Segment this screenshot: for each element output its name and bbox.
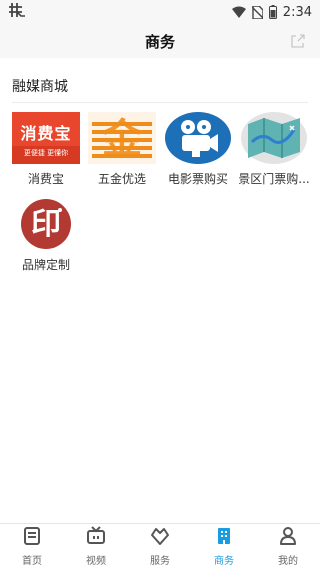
nav-item-video[interactable]: 视频	[64, 524, 128, 569]
hashtag-tree-icon	[8, 2, 26, 22]
app-label: 消费宝	[27, 172, 64, 186]
nav-label: 视频	[86, 556, 106, 567]
section-divider	[12, 102, 308, 103]
nav-item-service[interactable]: 服务	[128, 524, 192, 569]
wujin-logo-char: 金	[102, 116, 142, 162]
battery-icon	[268, 5, 277, 19]
app-tile-movie-ticket[interactable]: 电影票购买	[160, 112, 236, 190]
section-title: 融媒商城	[12, 79, 68, 95]
page-title: 商务	[144, 32, 175, 51]
xiaofeibao-logo-text: 消费宝	[20, 124, 72, 143]
wifi-icon	[231, 6, 246, 18]
app-label: 电影票购买	[167, 172, 228, 186]
app-label: 景区门票购...	[238, 172, 310, 186]
nav-label: 我的	[278, 556, 298, 567]
heart-diamond-icon	[150, 526, 170, 550]
movie-camera-icon	[164, 112, 232, 164]
app-tile-brand-custom[interactable]: 印 品牌定制	[8, 198, 84, 276]
tv-icon	[86, 526, 106, 550]
nav-item-profile[interactable]: 我的	[256, 524, 320, 569]
app-tile-scenic-ticket[interactable]: 景区门票购...	[236, 112, 312, 190]
app-tile-wujin[interactable]: 金 五金优选	[84, 112, 160, 190]
status-bar: 2:34	[0, 0, 320, 24]
nav-item-business[interactable]: 商务	[192, 524, 256, 569]
status-right: 2:34	[231, 4, 312, 20]
person-icon	[278, 526, 298, 550]
seal-logo-char: 印	[31, 207, 61, 242]
share-icon[interactable]	[290, 33, 306, 53]
no-sim-icon	[251, 5, 263, 19]
title-bar: 商务	[0, 24, 320, 58]
app-label: 五金优选	[97, 172, 146, 186]
status-left	[8, 2, 26, 22]
nav-label: 商务	[214, 556, 234, 567]
bottom-nav: 首页 视频 服务 商务 我的	[0, 523, 320, 569]
map-icon	[240, 112, 308, 164]
news-icon	[22, 526, 42, 550]
nav-label: 服务	[150, 556, 170, 567]
xiaofeibao-logo-sub: 更便捷 更懂你	[23, 149, 69, 157]
building-icon	[214, 526, 234, 550]
nav-label: 首页	[22, 556, 42, 567]
status-time: 2:34	[282, 4, 312, 20]
nav-item-home[interactable]: 首页	[0, 524, 64, 569]
app-tile-xiaofeibao[interactable]: 消费宝 更便捷 更懂你 消费宝	[8, 112, 84, 190]
app-label: 品牌定制	[21, 258, 70, 272]
